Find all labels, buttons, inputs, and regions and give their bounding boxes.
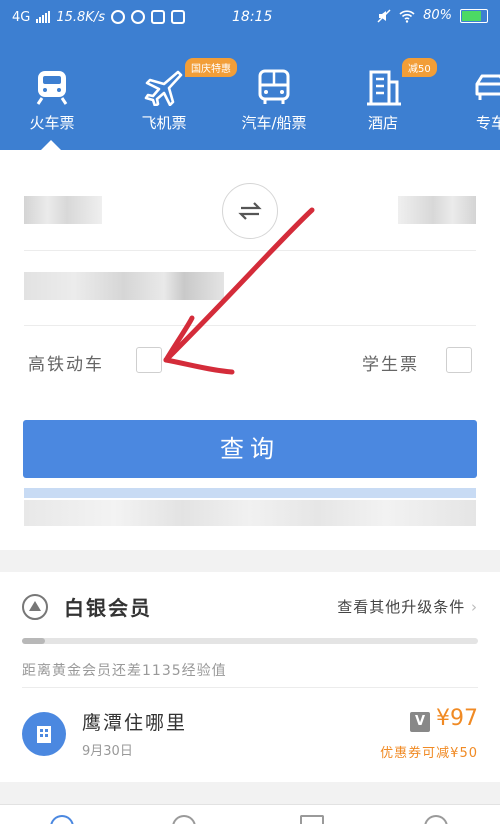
hotel-promo-icon xyxy=(22,712,66,756)
status-bar: 4G 15.8K/s 18:15 80% xyxy=(0,0,500,34)
high-speed-checkbox[interactable] xyxy=(136,347,162,373)
car-icon xyxy=(475,74,500,100)
app-notification-icon xyxy=(110,10,125,24)
hotel-promo-date: 9月30日 xyxy=(82,744,133,759)
tab-label: 汽车/船票 xyxy=(241,114,307,132)
tab-label: 飞机票 xyxy=(141,114,187,132)
tab-hotel[interactable]: 酒店 减50 xyxy=(338,52,437,148)
storage-icon xyxy=(170,10,185,24)
tab-bus-ship[interactable]: 汽车/船票 xyxy=(229,52,319,148)
search-history[interactable] xyxy=(24,500,476,526)
tab-label: 火车票 xyxy=(29,114,75,132)
hotel-price: ¥97 xyxy=(436,706,478,731)
departure-station-field[interactable] xyxy=(24,196,102,224)
app-header: 4G 15.8K/s 18:15 80% 火车票 飞机票 国庆特惠 汽车/船票 … xyxy=(0,0,500,150)
category-tabs: 火车票 飞机票 国庆特惠 汽车/船票 酒店 减50 专车 xyxy=(0,52,500,148)
divider xyxy=(24,325,476,326)
network-speed: 15.8K/s xyxy=(56,9,105,25)
tab-flight[interactable]: 飞机票 国庆特惠 xyxy=(119,52,237,148)
home-nav-icon[interactable] xyxy=(50,815,74,824)
mute-icon xyxy=(377,8,391,23)
bus-icon xyxy=(258,69,290,104)
high-speed-label: 高铁动车 xyxy=(28,355,104,375)
member-progress-text: 距离黄金会员还差1135经验值 xyxy=(22,663,227,679)
coupon-discount: 优惠券可减¥50 xyxy=(380,746,478,761)
sim-icon xyxy=(150,10,165,24)
member-card: 白银会员 查看其他升级条件 › 距离黄金会员还差1135经验值 鹰潭住哪里 9月… xyxy=(0,572,500,782)
hotel-icon xyxy=(367,70,401,106)
student-ticket-checkbox[interactable] xyxy=(446,347,472,373)
active-tab-indicator xyxy=(41,140,61,150)
search-button[interactable]: 查询 xyxy=(23,420,477,478)
discount-badge: 减50 xyxy=(402,58,437,77)
airplane-icon xyxy=(144,70,183,106)
arrival-station-field[interactable] xyxy=(398,196,476,224)
battery-percent: 80% xyxy=(423,8,452,23)
building-icon xyxy=(37,726,51,743)
swap-stations-button[interactable] xyxy=(222,183,278,239)
clock: 18:15 xyxy=(232,9,273,25)
network-type: 4G xyxy=(12,9,31,25)
trips-nav-icon[interactable] xyxy=(172,815,196,824)
chevron-right-icon: › xyxy=(471,598,478,616)
wifi-icon xyxy=(399,9,415,23)
divider xyxy=(22,687,478,688)
signal-icon xyxy=(36,11,51,23)
tab-train[interactable]: 火车票 xyxy=(7,52,97,148)
train-icon xyxy=(36,71,68,105)
tab-label: 酒店 xyxy=(367,114,398,132)
member-progress-bar xyxy=(22,638,478,644)
battery-icon xyxy=(460,8,488,23)
member-level-title: 白银会员 xyxy=(64,596,152,620)
history-bar xyxy=(24,488,476,498)
divider xyxy=(24,250,476,251)
profile-nav-icon[interactable] xyxy=(424,815,448,824)
orders-nav-icon[interactable] xyxy=(300,815,324,824)
tab-car[interactable]: 专车 xyxy=(446,52,500,148)
member-level-icon xyxy=(22,594,48,620)
member-v-badge: V xyxy=(410,712,430,732)
departure-date-field[interactable] xyxy=(24,272,224,300)
hotel-promo-title[interactable]: 鹰潭住哪里 xyxy=(82,708,187,735)
upgrade-conditions-label: 查看其他升级条件 xyxy=(337,598,466,616)
student-ticket-label: 学生票 xyxy=(362,355,419,375)
bottom-nav xyxy=(0,804,500,824)
browser-notification-icon xyxy=(130,10,145,24)
swap-icon xyxy=(238,202,262,220)
tab-label: 专车 xyxy=(475,114,500,132)
upgrade-conditions-link[interactable]: 查看其他升级条件 › xyxy=(337,596,478,617)
